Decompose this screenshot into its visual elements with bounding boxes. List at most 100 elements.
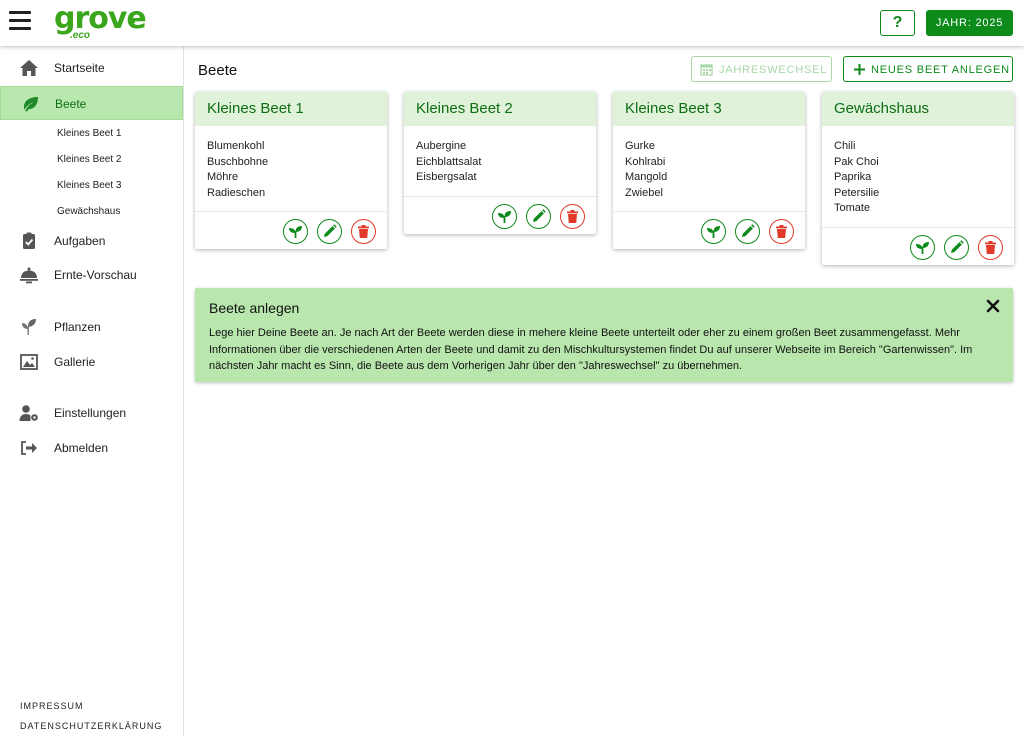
logo-text: grove <box>54 1 147 36</box>
bed-plant-item: Blumenkohl <box>207 140 265 152</box>
trash-icon <box>358 225 369 238</box>
bed-plant-item: Kohlrabi <box>625 155 666 168</box>
bed-card: Gewächshaus Chili Pak Choi Paprika Petersili… <box>822 92 1014 265</box>
delete-button[interactable] <box>351 219 376 244</box>
sidebar-subitem-gewaechshaus[interactable]: Gewächshaus <box>57 206 120 217</box>
bed-plant-item: Eisbergsalat <box>416 171 477 183</box>
bed-plant-list: Aubergine Eichblattsalat Eisbergsalat <box>404 126 596 196</box>
bed-plant-list: Chili Pak Choi Paprika Petersilie Tomate <box>822 126 1014 227</box>
datenschutz-link[interactable]: DATENSCHUTZERKLÄRUNG <box>20 721 162 731</box>
clipboard-check-icon <box>23 232 35 249</box>
sidebar-item-ernte-vorschau[interactable]: Ernte-Vorschau <box>0 258 183 292</box>
bed-card-actions <box>195 211 387 249</box>
trash-icon <box>985 240 996 254</box>
sidebar-subitem-kleines-beet-3[interactable]: Kleines Beet 3 <box>57 180 122 191</box>
bed-card: Kleines Beet 3 Gurke Kohlrabi Mangold Zwiebe… <box>613 92 805 249</box>
sprout-icon <box>707 226 720 238</box>
bed-card-title[interactable]: Kleines Beet 2 <box>404 92 596 126</box>
sidebar <box>0 46 184 736</box>
year-change-label: JAHRESWECHSEL <box>719 64 828 76</box>
new-bed-label: NEUES BEET ANLEGEN <box>871 64 1010 76</box>
trash-icon <box>567 209 578 223</box>
bed-card-title[interactable]: Gewächshaus <box>822 92 1014 126</box>
sidebar-subitem-kleines-beet-2[interactable]: Kleines Beet 2 <box>57 154 122 165</box>
bed-plant-item: Tomate <box>834 202 871 214</box>
sidebar-item-label: Ernte-Vorschau <box>54 268 137 282</box>
bed-card: Kleines Beet 1 Blumenkohl Buschbohne Möhre R… <box>195 92 387 249</box>
edit-button[interactable] <box>944 234 969 260</box>
bed-plant-list: Blumenkohl Buschbohne Möhre Radieschen <box>195 126 387 211</box>
app-header: grove .eco ? JAHR: 2025 <box>0 0 1024 46</box>
plant-button[interactable] <box>283 219 308 244</box>
sidebar-item-einstellungen[interactable]: Einstellungen <box>0 396 183 430</box>
sidebar-item-label: Beete <box>55 97 87 111</box>
year-button[interactable]: JAHR: 2025 <box>926 10 1013 36</box>
bed-plant-item: Mangold <box>625 171 668 183</box>
pencil-icon <box>742 224 755 237</box>
bed-plant-item: Möhre <box>207 171 239 183</box>
sidebar-item-beete[interactable]: Beete <box>0 86 183 120</box>
user-gear-icon <box>19 405 38 421</box>
sidebar-item-label: Einstellungen <box>54 406 127 420</box>
edit-button[interactable] <box>735 219 760 244</box>
bed-plant-list: Gurke Kohlrabi Mangold Zwiebel <box>613 126 805 211</box>
sprout-icon <box>498 210 511 223</box>
sidebar-item-label: Gallerie <box>54 355 96 369</box>
year-change-button[interactable]: JAHRESWECHSEL <box>691 56 832 82</box>
sidebar-item-label: Abmelden <box>54 441 109 455</box>
sidebar-item-label: Pflanzen <box>54 320 101 334</box>
info-panel: Beete anlegen Lege hier Deine Beete an. … <box>195 288 1013 382</box>
sidebar-item-startseite[interactable]: Startseite <box>0 51 183 85</box>
sprout-icon <box>289 226 302 238</box>
delete-button[interactable] <box>769 219 794 244</box>
pencil-icon <box>324 224 337 237</box>
new-bed-button[interactable]: NEUES BEET ANLEGEN <box>843 56 1013 82</box>
trash-icon <box>776 225 787 238</box>
sidebar-item-label: Aufgaben <box>54 234 106 248</box>
leaf-icon <box>24 97 38 112</box>
bed-card: Kleines Beet 2 Aubergine Eichblattsalat Eis… <box>404 92 596 234</box>
sidebar-item-gallerie[interactable]: Gallerie <box>0 345 183 379</box>
bed-plant-item: Radieschen <box>207 186 266 199</box>
logo-dash <box>129 20 135 23</box>
bed-card-actions <box>822 226 1014 265</box>
plant-button[interactable] <box>701 219 726 244</box>
gallery-icon <box>20 354 38 370</box>
hamburger-menu-icon[interactable] <box>9 11 31 33</box>
plus-icon <box>854 64 865 75</box>
bed-plant-item: Zwiebel <box>625 186 663 199</box>
edit-button[interactable] <box>317 219 342 244</box>
bed-plant-item: Paprika <box>834 171 872 183</box>
delete-button[interactable] <box>560 203 585 229</box>
plant-button[interactable] <box>910 234 935 260</box>
bed-plant-item: Chili <box>834 140 856 152</box>
sidebar-item-abmelden[interactable]: Abmelden <box>0 431 183 465</box>
pencil-icon <box>533 208 546 222</box>
logo-subtext: .eco <box>70 30 91 41</box>
info-text: Lege hier Deine Beete an. Je nach Art de… <box>209 327 973 372</box>
seedling-icon <box>22 319 36 335</box>
bed-card-title[interactable]: Kleines Beet 1 <box>195 92 387 126</box>
sidebar-item-label: Startseite <box>54 61 105 75</box>
edit-button[interactable] <box>526 203 551 229</box>
sidebar-item-pflanzen[interactable]: Pflanzen <box>0 310 183 344</box>
home-icon <box>20 60 38 76</box>
info-title: Beete anlegen <box>209 300 300 316</box>
bed-plant-item: Gurke <box>625 140 655 152</box>
bed-card-title[interactable]: Kleines Beet 3 <box>613 92 805 126</box>
impressum-link[interactable]: IMPRESSUM <box>20 701 84 711</box>
logout-icon <box>21 441 37 455</box>
bed-card-actions <box>613 211 805 249</box>
page-title: Beete <box>198 62 238 79</box>
bed-plant-item: Aubergine <box>416 140 467 152</box>
calendar-icon <box>700 64 713 76</box>
sidebar-item-aufgaben[interactable]: Aufgaben <box>0 224 183 258</box>
grove-logo[interactable]: grove .eco <box>54 1 147 45</box>
bed-plant-item: Pak Choi <box>834 155 879 168</box>
bed-plant-item: Buschbohne <box>207 155 269 168</box>
help-button[interactable]: ? <box>880 10 915 36</box>
sidebar-subitem-kleines-beet-1[interactable]: Kleines Beet 1 <box>57 128 122 139</box>
delete-button[interactable] <box>978 234 1003 260</box>
plant-button[interactable] <box>492 203 517 229</box>
close-icon[interactable] <box>985 298 1001 314</box>
